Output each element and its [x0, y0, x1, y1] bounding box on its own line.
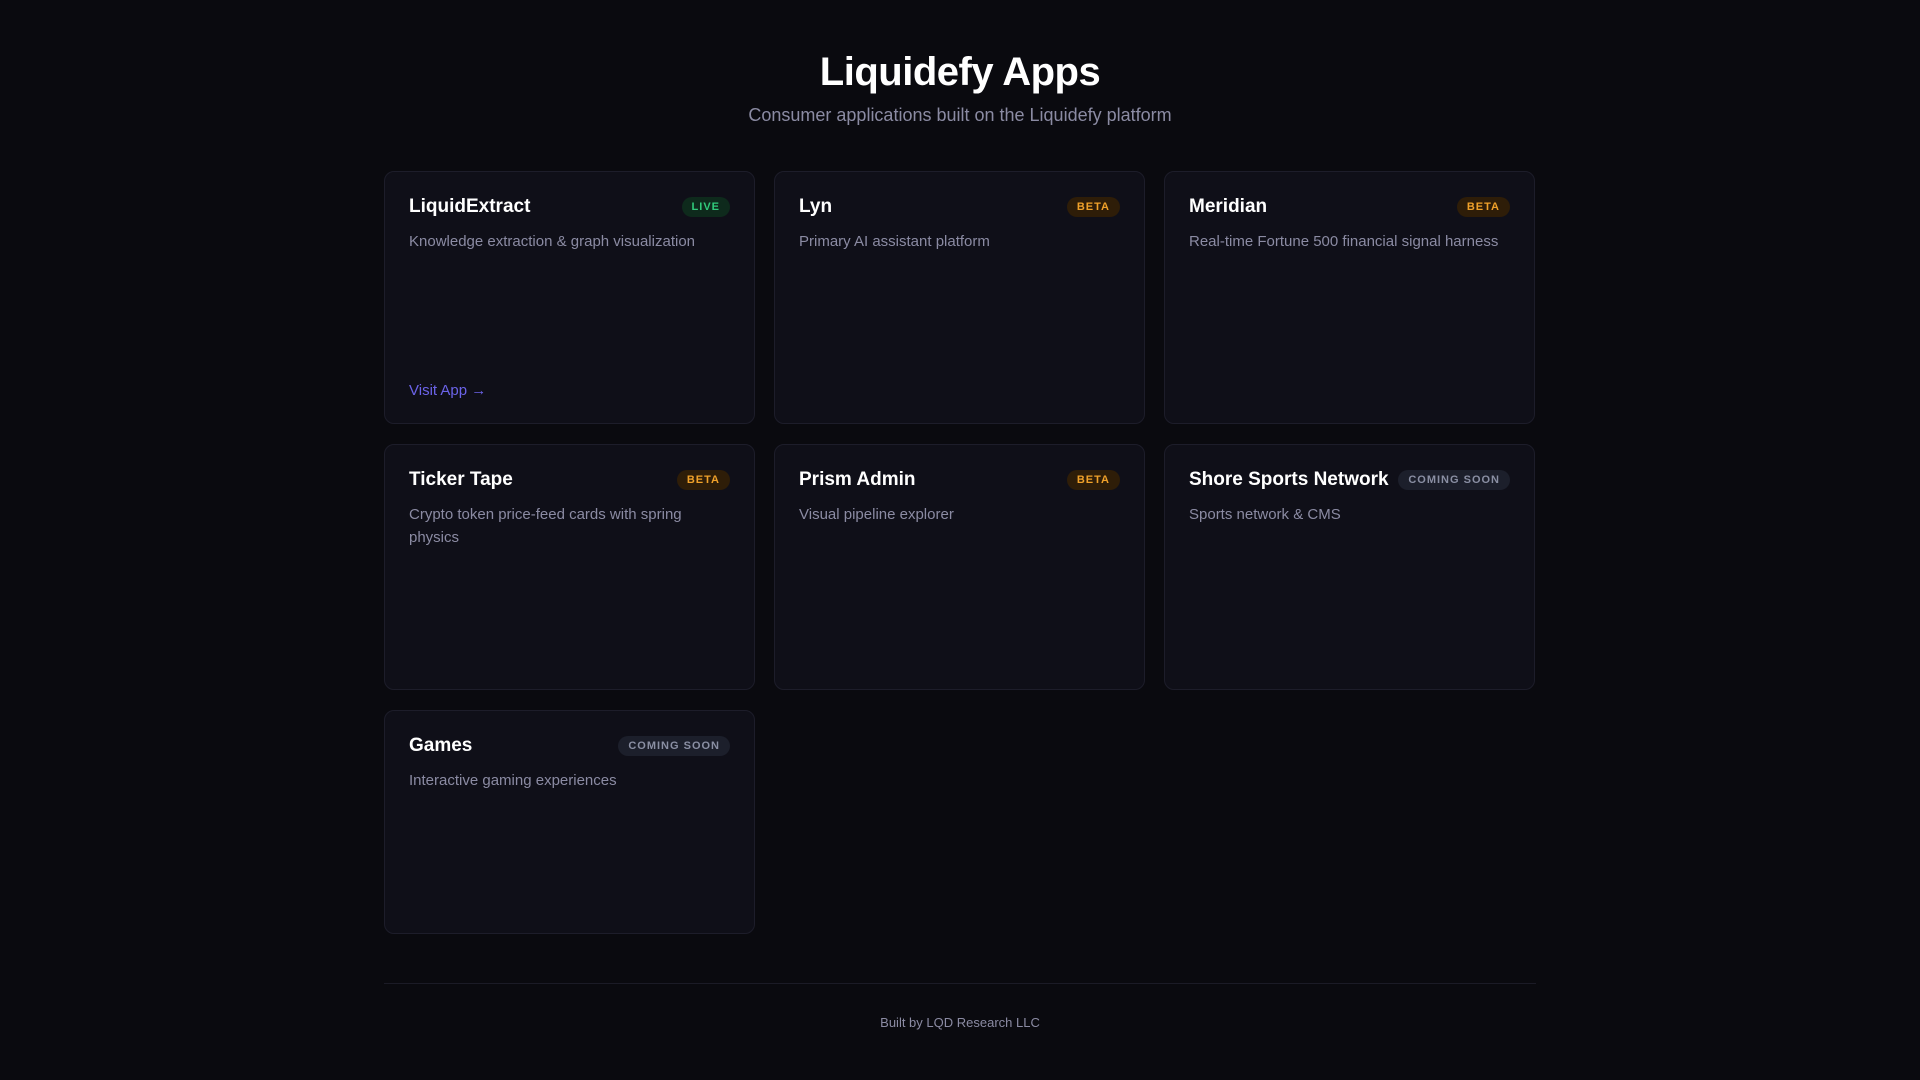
app-description: Sports network & CMS — [1189, 506, 1341, 523]
app-card-meridian[interactable]: Meridian BETA Real-time Fortune 500 fina… — [1164, 171, 1535, 424]
app-card-prism-admin[interactable]: Prism Admin BETA Visual pipeline explore… — [774, 444, 1145, 690]
app-card-games[interactable]: Games COMING SOON Interactive gaming exp… — [384, 710, 755, 934]
app-description: Interactive gaming experiences — [409, 772, 617, 789]
status-badge: COMING SOON — [1398, 470, 1510, 490]
status-badge: COMING SOON — [618, 736, 730, 756]
app-name: Lyn — [799, 196, 833, 217]
app-card-liquidextract[interactable]: LiquidExtract LIVE Knowledge extraction … — [384, 171, 755, 424]
visit-app-link[interactable]: Visit App → — [409, 382, 486, 399]
app-card-lyn[interactable]: Lyn BETA Primary AI assistant platform — [774, 171, 1145, 424]
status-badge: BETA — [1456, 197, 1510, 217]
app-name: Ticker Tape — [409, 469, 513, 490]
page: Liquidefy Apps Consumer applications bui… — [0, 0, 1920, 1080]
app-name: Games — [409, 735, 473, 756]
status-badge: BETA — [1066, 470, 1120, 490]
app-name: Prism Admin — [799, 469, 916, 490]
app-name: Meridian — [1189, 196, 1268, 217]
status-badge: BETA — [676, 470, 730, 490]
app-name: LiquidExtract — [409, 196, 531, 217]
app-grid: LiquidExtract LIVE Knowledge extraction … — [384, 171, 1536, 934]
app-description: Knowledge extraction & graph visualizati… — [409, 233, 696, 250]
app-card-shore-sports-network[interactable]: Shore Sports Network COMING SOON Sports … — [1164, 444, 1535, 690]
app-description: Visual pipeline explorer — [799, 506, 954, 523]
footer: Built by LQD Research LLC — [880, 1015, 1040, 1030]
app-card-ticker-tape[interactable]: Ticker Tape BETA Crypto token price-feed… — [384, 444, 755, 690]
app-description: Primary AI assistant platform — [799, 233, 990, 250]
app-description: Real-time Fortune 500 financial signal h… — [1189, 233, 1499, 250]
status-badge: BETA — [1066, 197, 1120, 217]
app-name: Shore Sports Network — [1189, 469, 1389, 490]
app-description: Crypto token price-feed cards with sprin… — [409, 506, 682, 546]
page-subtitle: Consumer applications built on the Liqui… — [748, 105, 1172, 125]
footer-divider — [384, 983, 1536, 984]
page-title: Liquidefy Apps — [819, 50, 1101, 94]
page-header: Liquidefy Apps Consumer applications bui… — [0, 0, 1920, 128]
status-badge: LIVE — [681, 197, 730, 217]
